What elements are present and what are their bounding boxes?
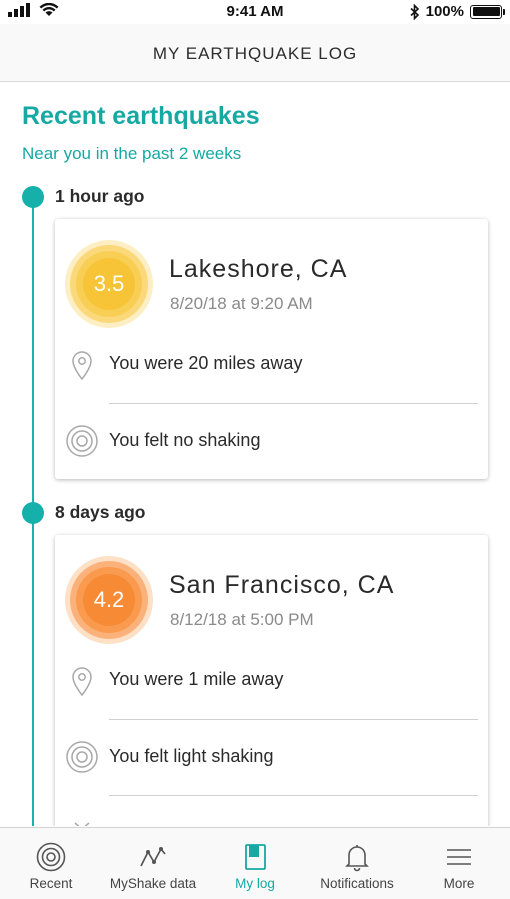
shaking-text: You felt light shaking [109,746,274,766]
cut-off-icon [74,822,90,826]
divider [109,403,478,404]
timeline-label: 8 days ago [55,502,146,522]
divider [109,795,478,796]
earthquake-place: San Francisco, CA [169,571,395,599]
earthquake-place: Lakeshore, CA [169,255,348,283]
location-pin-icon [72,667,92,697]
distance-text: You were 20 miles away [109,353,303,373]
section-subtitle: Near you in the past 2 weeks [22,144,242,163]
nav-item-myshake-data[interactable]: MyShake data [102,828,204,899]
nav-label: MyShake data [109,876,197,891]
nav-label: Notifications [320,876,394,891]
bluetooth-icon [410,3,419,20]
shaking-icon [66,741,98,773]
status-right: 100% [410,3,505,20]
bottom-nav: Recent MyShake data My log Notifications… [0,827,510,899]
page-title: MY EARTHQUAKE LOG [152,44,358,63]
magnitude-badge: 3.5 [65,240,153,328]
nav-item-my-log[interactable]: My log [204,828,306,899]
battery-percent: 100% [425,3,464,20]
nav-item-more[interactable]: More [408,828,510,899]
earthquake-card[interactable]: 4.2 San Francisco, CA 8/12/18 at 5:00 PM… [55,535,488,826]
timeline-label: 1 hour ago [55,186,145,206]
magnitude-value: 4.2 [83,574,135,626]
earthquake-log-list[interactable]: Recent earthquakes Near you in the past … [0,83,510,826]
app-header: MY EARTHQUAKE LOG [0,24,510,82]
earthquake-card[interactable]: 3.5 Lakeshore, CA 8/20/18 at 9:20 AM You… [55,219,488,479]
status-bar: 9:41 AM 100% [0,0,510,24]
distance-text: You were 1 mile away [109,669,284,689]
section-title: Recent earthquakes [22,102,260,130]
nav-label: Recent [29,876,73,891]
location-pin-icon [72,351,92,381]
timeline-dot [22,186,44,208]
nav-item-recent[interactable]: Recent [0,828,102,899]
nav-label: My log [235,876,275,891]
graph-icon [140,847,166,867]
magnitude-value: 3.5 [83,258,135,310]
menu-icon [447,849,471,865]
shaking-icon [66,425,98,457]
earthquake-date: 8/12/18 at 5:00 PM [170,610,314,629]
battery-icon [470,4,505,19]
target-icon [36,842,66,872]
bell-icon [345,845,369,872]
nav-item-notifications[interactable]: Notifications [306,828,408,899]
book-icon [245,844,266,870]
magnitude-badge: 4.2 [65,556,153,644]
nav-label: More [443,876,475,891]
timeline-dot [22,502,44,524]
shaking-text: You felt no shaking [109,430,261,450]
earthquake-date: 8/20/18 at 9:20 AM [170,294,313,313]
divider [109,719,478,720]
